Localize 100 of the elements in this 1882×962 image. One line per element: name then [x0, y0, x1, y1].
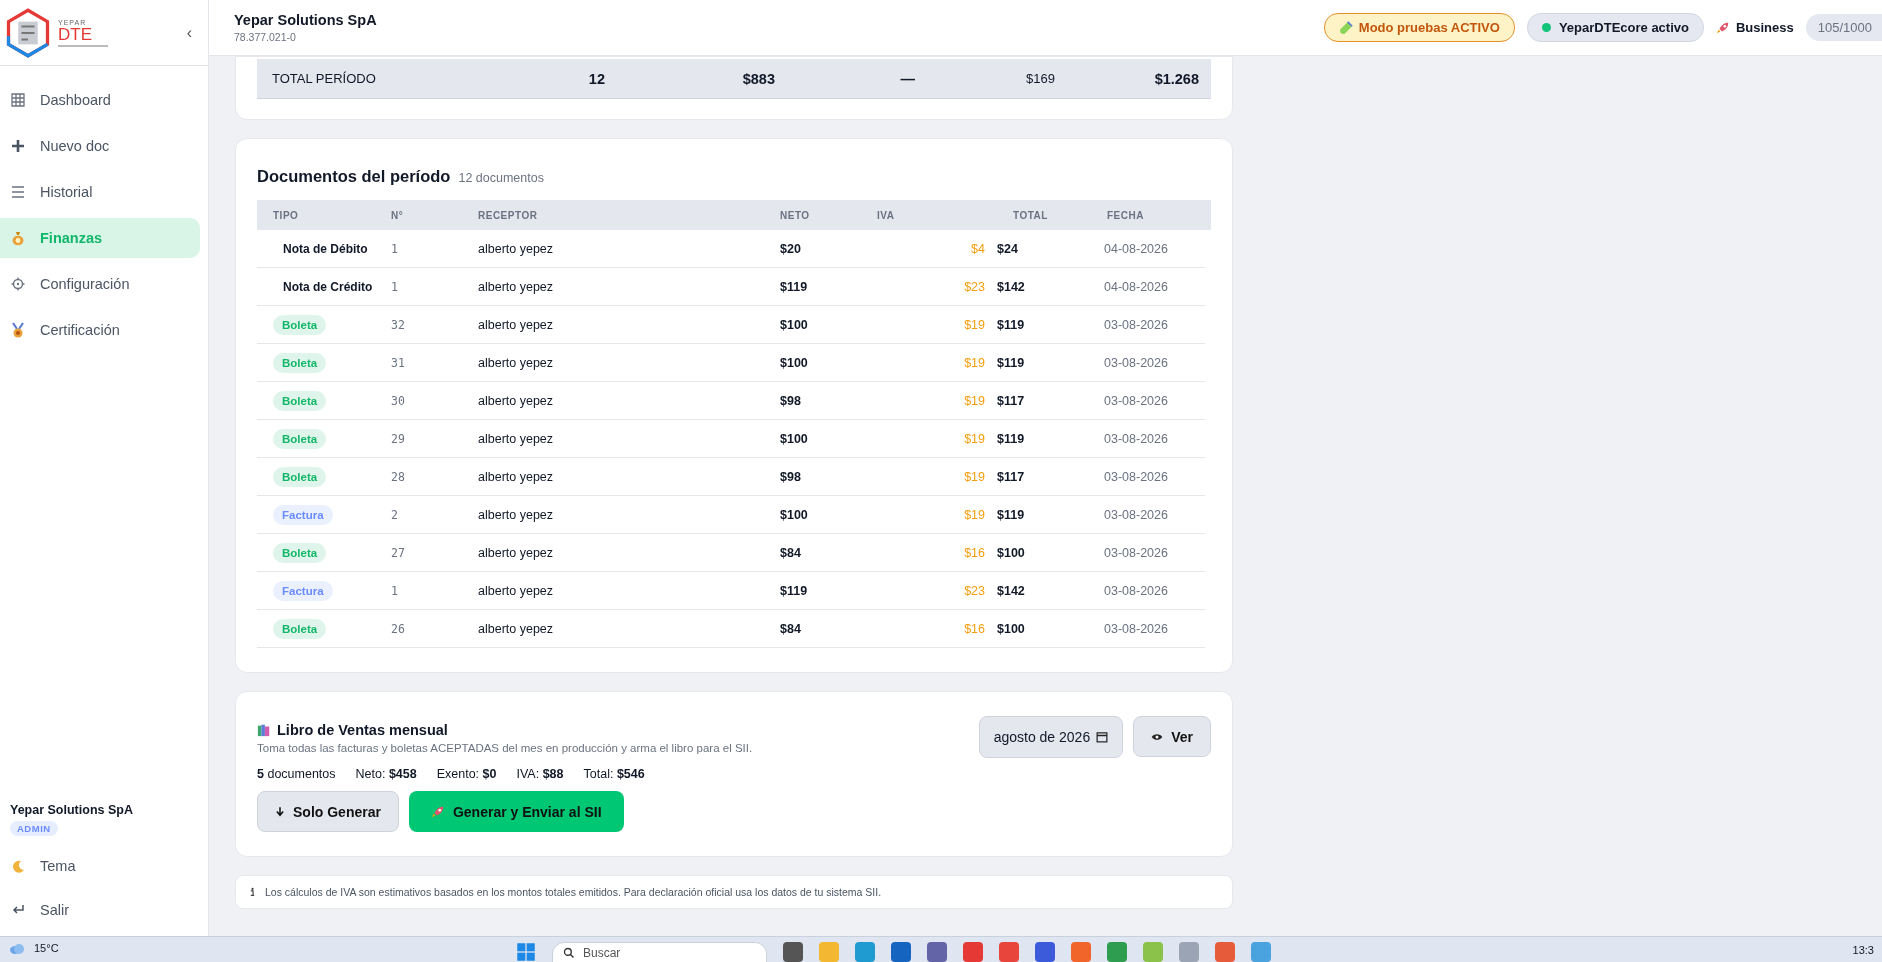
table-cell-text: 26 [390, 621, 406, 636]
rocket-icon [1715, 20, 1730, 35]
section-description: Toma todas las facturas y boletas ACEPTADAS del mes en producción y arma el libro para el SII. [257, 742, 753, 754]
table-cell-text: alberto yepez [477, 317, 555, 332]
table-cell-text: alberto yepez [477, 469, 555, 484]
app-icon[interactable] [783, 942, 803, 962]
table-cell-text: 1 [390, 241, 399, 256]
table-cell-text: $100 [779, 431, 809, 446]
table-cell-text: $119 [779, 583, 809, 598]
type-tag: Boleta [273, 428, 327, 449]
table-cell-text: $16 [963, 621, 986, 636]
table-cell-text: $19 [963, 469, 986, 484]
column-header: TIPO [272, 209, 300, 221]
plan-name: Business [1735, 20, 1794, 35]
table-cell-text: 03-08-2026 [1103, 317, 1169, 332]
settings-icon [10, 276, 26, 292]
type-tag: Boleta [273, 618, 327, 639]
column-header: RECEPTOR [477, 209, 539, 221]
taskbar-search-field[interactable]: Buscar [552, 942, 767, 962]
summary-stat: IVA: $88 [516, 767, 564, 781]
app-icon[interactable] [927, 942, 947, 962]
app-icon[interactable] [1035, 942, 1055, 962]
app-icon[interactable] [855, 942, 875, 962]
app-icon[interactable] [999, 942, 1019, 962]
table-cell-text: 03-08-2026 [1103, 393, 1169, 408]
moon-icon [10, 858, 26, 874]
table-cell-text: alberto yepez [477, 393, 555, 408]
type-tag: Boleta [273, 314, 327, 335]
app-icon[interactable] [891, 942, 911, 962]
search-icon [563, 947, 575, 959]
table-cell-text: $16 [963, 545, 986, 560]
app-icon[interactable] [1071, 942, 1091, 962]
table-cell-text: $98 [779, 393, 802, 408]
table-cell-text: 1 [390, 583, 399, 598]
plus-icon [10, 138, 26, 154]
table-cell-text: $117 [996, 469, 1026, 484]
test-mode-badge: Modo pruebas ACTIVO [1323, 13, 1515, 42]
table-cell-text: 03-08-2026 [1103, 545, 1169, 560]
summary-stat: 5 documentos [257, 767, 336, 781]
table-cell-text: alberto yepez [477, 241, 555, 256]
sidebar-item[interactable]: Dashboard [0, 80, 200, 120]
sidebar-item[interactable]: Tema [10, 846, 208, 886]
table-cell-text: $119 [996, 317, 1026, 332]
table-cell-text: $100 [996, 621, 1026, 636]
table-cell-text: 03-08-2026 [1103, 431, 1169, 446]
table-cell-text: $23 [963, 279, 986, 294]
app-icon[interactable] [1179, 942, 1199, 962]
table-cell-text: 28 [390, 469, 406, 484]
clock-time: 13:3 [1852, 943, 1874, 956]
table-cell-text: $100 [779, 317, 809, 332]
send-button[interactable]: Generar y Enviar al SII [408, 791, 624, 832]
sidebar-item[interactable]: Salir [10, 890, 208, 930]
total-value: $883 [741, 70, 776, 87]
table-cell-text: 27 [390, 545, 406, 560]
app-icon[interactable] [1251, 942, 1271, 962]
usage-counter: 105/1000 [1805, 14, 1882, 41]
start-icon [516, 942, 536, 962]
logo-tagline [58, 44, 108, 47]
table-cell-text: alberto yepez [477, 507, 555, 522]
type-tag: Factura [273, 504, 333, 525]
sidebar-item[interactable]: Configuración [0, 264, 200, 304]
download-arrow-icon [275, 805, 285, 818]
table-cell-text: $142 [996, 583, 1026, 598]
status-badge: YeparDTEcore activo [1526, 13, 1704, 42]
column-header: NETO [779, 209, 811, 221]
section-title: Documentos del período [257, 167, 451, 186]
collapse-button[interactable]: ‹ [180, 21, 198, 44]
table-cell-text: alberto yepez [477, 621, 555, 636]
app-icon[interactable] [1215, 942, 1235, 962]
table-cell-text: $119 [996, 431, 1026, 446]
table-cell-text: $119 [996, 507, 1026, 522]
table-cell-text: 03-08-2026 [1103, 355, 1169, 370]
table-cell-text: $24 [996, 241, 1019, 256]
menu-icon [10, 184, 26, 200]
sidebar-item[interactable]: Historial [0, 172, 200, 212]
table-cell-text: alberto yepez [477, 355, 555, 370]
column-header: TOTAL [1012, 209, 1049, 221]
table-cell-text: $98 [779, 469, 802, 484]
type-tag: Boleta [273, 390, 327, 411]
generate-button[interactable]: Solo Generar [257, 791, 399, 832]
month-field[interactable]: agosto de 2026 [978, 716, 1124, 758]
total-value: $169 [1025, 71, 1056, 86]
table-cell-text: 03-08-2026 [1103, 507, 1169, 522]
total-value: $1.268 [1153, 70, 1200, 87]
table-cell-text: $23 [963, 583, 986, 598]
type-tag: Factura [273, 580, 333, 601]
summary-stat: Neto: $458 [355, 767, 417, 781]
table-cell-text: 03-08-2026 [1103, 583, 1169, 598]
account-name: Yepar Solutions SpA [10, 803, 134, 817]
app-icon[interactable] [963, 942, 983, 962]
sidebar-item[interactable]: Nuevo doc [0, 126, 200, 166]
type-label: Nota de Crédito [282, 279, 373, 294]
sidebar-item[interactable]: Certificación [0, 310, 200, 350]
view-button[interactable]: Ver [1133, 716, 1211, 757]
table-cell-text: $19 [963, 431, 986, 446]
table-cell-text: 1 [390, 279, 399, 294]
table-cell-text: 29 [390, 431, 406, 446]
medal-icon [10, 322, 26, 338]
column-header: FECHA [1106, 209, 1145, 221]
app-icon[interactable] [1107, 942, 1127, 962]
